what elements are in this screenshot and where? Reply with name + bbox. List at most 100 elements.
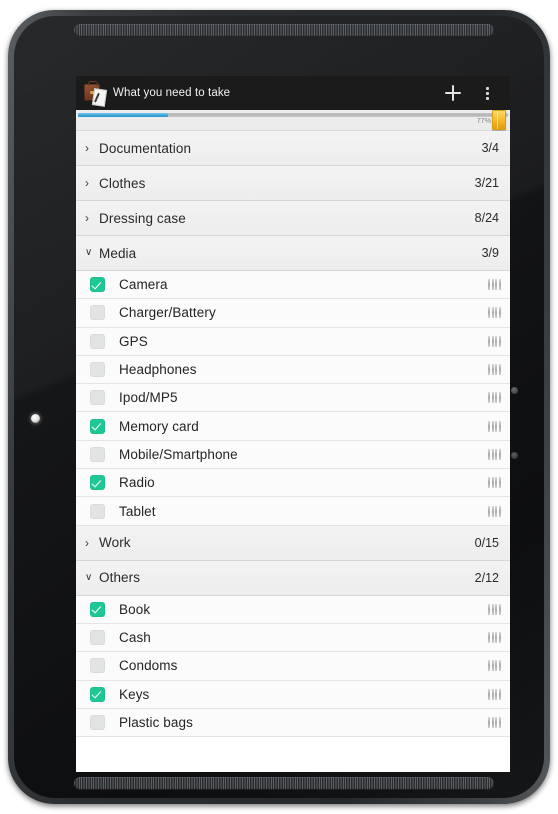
- sensor-dot-icon: [511, 452, 518, 459]
- list-item[interactable]: Book: [76, 595, 510, 624]
- chevron-right-icon[interactable]: ›: [85, 142, 99, 154]
- checkbox-unchecked-icon[interactable]: [90, 658, 105, 674]
- drag-handle-icon[interactable]: [487, 631, 501, 644]
- speaker-grille-top: [74, 24, 494, 37]
- group-count-badge: 2/12: [474, 570, 499, 585]
- speaker-grille-bottom: [74, 777, 494, 790]
- progress-strip: 77%: [76, 110, 510, 131]
- list-item[interactable]: Tablet: [76, 497, 510, 526]
- group-row[interactable]: › Documentation 3/4: [76, 131, 510, 166]
- drag-handle-icon[interactable]: [487, 420, 501, 433]
- list-item-label: GPS: [119, 333, 148, 349]
- overflow-menu-button[interactable]: [470, 76, 504, 110]
- list-empty-area: [76, 737, 510, 772]
- checklist[interactable]: › Documentation 3/4 › Clothes 3/21 › Dressing c…: [76, 131, 510, 772]
- list-item-label: Camera: [119, 277, 168, 293]
- list-item-label: Radio: [119, 475, 155, 491]
- group-count-badge: 3/9: [481, 246, 499, 260]
- chevron-down-icon[interactable]: ∨: [85, 248, 99, 258]
- list-item[interactable]: Charger/Battery: [76, 299, 510, 328]
- list-item-label: Cash: [119, 630, 151, 646]
- list-item-label: Memory card: [119, 418, 199, 434]
- list-item[interactable]: Radio: [76, 469, 510, 498]
- device-screen: What you need to take 77% › Documentation…: [76, 76, 510, 772]
- list-item[interactable]: Headphones: [76, 355, 510, 385]
- checkbox-unchecked-icon[interactable]: [90, 362, 105, 378]
- list-item-label: Book: [119, 601, 151, 617]
- group-row[interactable]: › Work 0/15: [76, 525, 510, 561]
- group-row[interactable]: › Dressing case 8/24: [76, 201, 510, 236]
- list-item-label: Mobile/Smartphone: [119, 446, 238, 462]
- drag-handle-icon[interactable]: [487, 603, 501, 616]
- tablet-device-frame: What you need to take 77% › Documentation…: [8, 10, 550, 804]
- checkbox-unchecked-icon[interactable]: [90, 390, 105, 406]
- checkbox-unchecked-icon[interactable]: [90, 503, 105, 519]
- drag-handle-icon[interactable]: [487, 448, 501, 461]
- checkbox-unchecked-icon[interactable]: [90, 305, 105, 321]
- checkbox-unchecked-icon[interactable]: [90, 715, 105, 730]
- chevron-right-icon[interactable]: ›: [85, 212, 99, 224]
- drag-handle-icon[interactable]: [487, 306, 501, 319]
- group-name: Documentation: [99, 140, 192, 156]
- action-bar: What you need to take: [76, 76, 510, 110]
- chevron-right-icon[interactable]: ›: [85, 537, 99, 549]
- list-item[interactable]: Condoms: [76, 652, 510, 681]
- checkbox-checked-icon[interactable]: [90, 475, 105, 491]
- drag-handle-icon[interactable]: [487, 278, 501, 291]
- checkbox-checked-icon[interactable]: [90, 418, 105, 434]
- list-item-label: Ipod/MP5: [119, 390, 178, 406]
- add-item-button[interactable]: [436, 76, 470, 110]
- tablet-bezel: What you need to take 77% › Documentation…: [14, 16, 544, 798]
- drag-handle-icon[interactable]: [487, 476, 501, 489]
- list-item[interactable]: Plastic bags: [76, 708, 510, 738]
- checkbox-checked-icon[interactable]: [90, 601, 105, 617]
- chevron-down-icon[interactable]: ∨: [85, 572, 99, 583]
- checkbox-checked-icon[interactable]: [90, 686, 105, 702]
- group-name: Work: [99, 535, 131, 551]
- group-count-badge: 3/21: [474, 176, 499, 190]
- group-count-badge: 3/4: [481, 141, 499, 155]
- progress-track: [78, 113, 508, 117]
- group-row[interactable]: ∨ Others 2/12: [76, 560, 510, 596]
- list-item[interactable]: Memory card: [76, 412, 510, 441]
- checkbox-unchecked-icon[interactable]: [90, 630, 105, 646]
- front-camera-icon: [511, 387, 518, 394]
- group-row[interactable]: › Clothes 3/21: [76, 166, 510, 201]
- drag-handle-icon[interactable]: [487, 505, 501, 518]
- list-item[interactable]: Mobile/Smartphone: [76, 440, 510, 470]
- list-item[interactable]: Keys: [76, 680, 510, 709]
- progress-fill: [78, 113, 169, 117]
- checkbox-unchecked-icon[interactable]: [90, 446, 105, 462]
- list-item[interactable]: Cash: [76, 623, 510, 653]
- list-item[interactable]: Camera: [76, 271, 510, 300]
- drag-handle-icon[interactable]: [487, 335, 501, 348]
- group-count-badge: 0/15: [474, 535, 499, 550]
- progress-percent-label: 77%: [476, 116, 492, 125]
- list-item-label: Condoms: [119, 658, 178, 674]
- list-item-label: Tablet: [119, 503, 156, 519]
- checkbox-checked-icon[interactable]: [90, 277, 105, 293]
- drag-handle-icon[interactable]: [487, 688, 501, 701]
- list-item-label: Plastic bags: [119, 715, 193, 730]
- group-name: Clothes: [99, 175, 146, 191]
- group-name: Media: [99, 245, 137, 261]
- checkbox-unchecked-icon[interactable]: [90, 333, 105, 349]
- drag-handle-icon[interactable]: [487, 363, 501, 376]
- list-item-label: Keys: [119, 686, 150, 702]
- app-suitcase-note-icon: [81, 79, 109, 107]
- group-count-badge: 8/24: [474, 211, 499, 225]
- page-title: What you need to take: [113, 87, 231, 99]
- progress-marker-icon: [492, 110, 506, 130]
- list-item-label: Charger/Battery: [119, 305, 216, 321]
- list-item[interactable]: Ipod/MP5: [76, 384, 510, 413]
- list-item[interactable]: GPS: [76, 327, 510, 356]
- drag-handle-icon[interactable]: [487, 391, 501, 404]
- list-item-label: Headphones: [119, 362, 197, 378]
- drag-handle-icon[interactable]: [487, 716, 501, 729]
- group-row[interactable]: ∨ Media 3/9: [76, 236, 510, 271]
- drag-handle-icon[interactable]: [487, 659, 501, 672]
- chevron-right-icon[interactable]: ›: [85, 177, 99, 189]
- group-name: Others: [99, 570, 141, 586]
- group-name: Dressing case: [99, 210, 186, 226]
- notification-led-icon: [31, 414, 40, 423]
